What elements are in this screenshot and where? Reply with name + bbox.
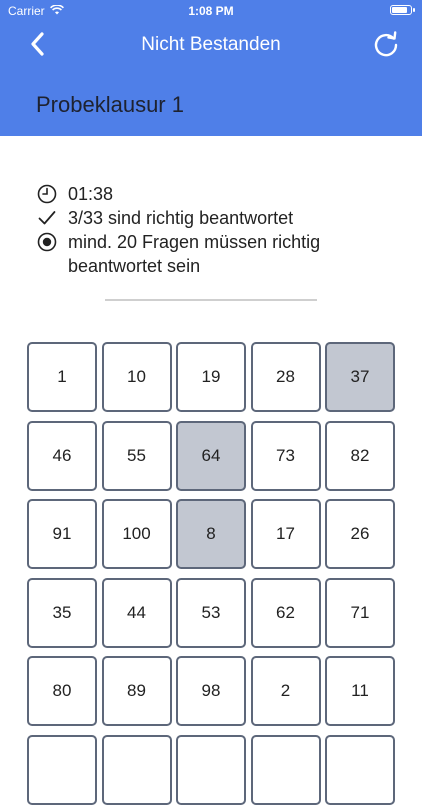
question-cell[interactable]: 11 [325, 656, 395, 726]
question-cell[interactable]: 98 [176, 656, 246, 726]
question-cell[interactable]: 53 [176, 577, 246, 648]
question-cell[interactable] [27, 734, 97, 805]
question-cell[interactable]: 2 [250, 656, 321, 726]
status-time: 1:08 PM [188, 4, 234, 18]
battery-icon [390, 5, 415, 15]
refresh-button[interactable] [370, 28, 402, 60]
question-cell[interactable]: 64 [176, 420, 246, 491]
question-cell[interactable]: 91 [27, 499, 97, 569]
result-info: 01:38 3/33 sind richtig beantwortet mind… [36, 182, 396, 278]
status-bar: Carrier 1:08 PM [0, 0, 422, 22]
question-cell[interactable]: 55 [101, 420, 172, 491]
question-cell[interactable]: 100 [101, 499, 172, 569]
question-cell[interactable]: 80 [27, 656, 97, 726]
question-cell[interactable] [325, 734, 395, 805]
question-cell[interactable]: 1 [27, 342, 97, 412]
refresh-icon [374, 31, 398, 57]
divider [105, 299, 317, 301]
nav-title: Nicht Bestanden [141, 34, 281, 55]
requirement-row: mind. 20 Fragen müssen richtig beantwort… [36, 230, 396, 278]
target-icon [36, 230, 58, 254]
time-row: 01:38 [36, 182, 396, 206]
pass-requirement: mind. 20 Fragen müssen richtig beantwort… [68, 232, 321, 276]
question-cell[interactable]: 17 [250, 499, 321, 569]
question-cell[interactable]: 82 [325, 420, 395, 491]
question-cell[interactable]: 71 [325, 577, 395, 648]
correct-row: 3/33 sind richtig beantwortet [36, 206, 396, 230]
question-cell[interactable]: 46 [27, 420, 97, 491]
checkmark-icon [36, 206, 58, 230]
correct-count: 3/33 sind richtig beantwortet [68, 208, 294, 228]
exam-title: Probeklausur 1 [36, 92, 184, 117]
question-cell[interactable]: 26 [325, 499, 395, 569]
question-cell[interactable]: 28 [250, 342, 321, 412]
question-cell[interactable] [250, 734, 321, 805]
question-cell[interactable]: 89 [101, 656, 172, 726]
question-cell[interactable]: 8 [176, 499, 246, 569]
question-cell[interactable]: 35 [27, 577, 97, 648]
question-cell[interactable]: 62 [250, 577, 321, 648]
exam-header: Probeklausur 1 [0, 66, 422, 136]
question-grid: 1 10 19 28 37 46 55 64 73 82 91 100 8 17 26 35 44 53 62 71 8… [27, 342, 395, 805]
question-cell[interactable]: 73 [250, 420, 321, 491]
elapsed-time: 01:38 [68, 184, 114, 204]
question-cell[interactable] [101, 734, 172, 805]
question-cell[interactable]: 10 [101, 342, 172, 412]
clock-icon [36, 182, 58, 206]
question-cell[interactable]: 19 [176, 342, 246, 412]
question-cell[interactable]: 37 [325, 342, 395, 412]
navigation-bar: Nicht Bestanden [0, 22, 422, 66]
question-cell[interactable]: 44 [101, 577, 172, 648]
question-cell[interactable] [176, 734, 246, 805]
